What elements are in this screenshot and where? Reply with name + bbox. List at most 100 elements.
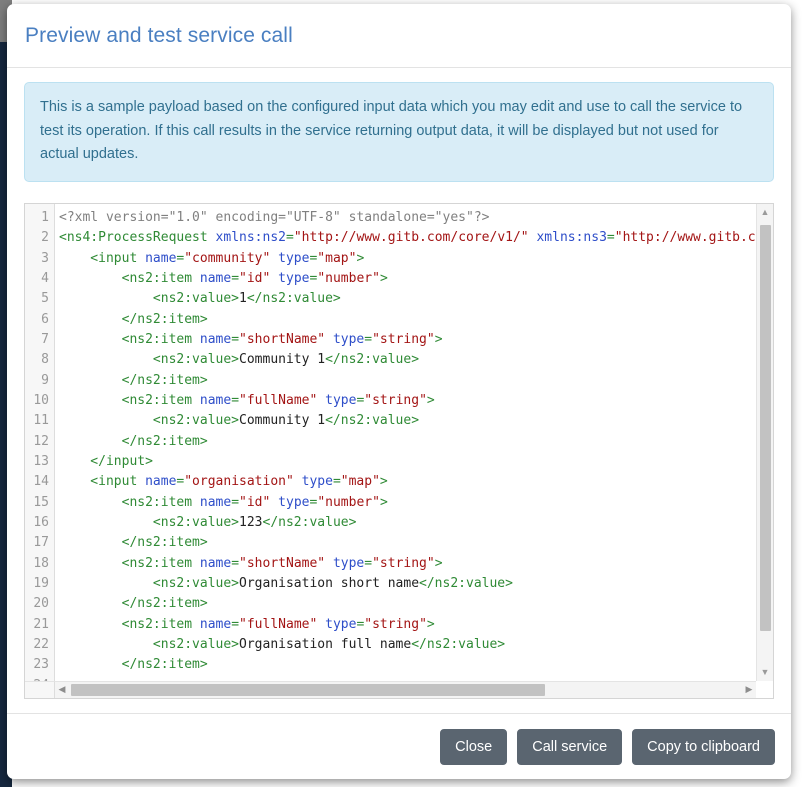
code-token-tag: <ns2:value> [59, 515, 240, 531]
close-button[interactable]: Close [440, 728, 508, 765]
code-line: </ns2:item> [59, 533, 756, 553]
code-token-val: "string" [364, 392, 427, 408]
code-token-val: "string" [372, 331, 435, 347]
code-token-tag: = [286, 230, 294, 246]
code-line: <ns2:item name="id" type="number"> [59, 493, 756, 513]
code-token-tag [325, 556, 333, 571]
editor-vertical-scrollbar[interactable]: ▲ ▼ [756, 203, 773, 681]
code-token-tag: = [231, 392, 240, 408]
code-line: </input> [59, 452, 756, 472]
code-line: <ns2:value>Community 1</ns2:value> [59, 411, 756, 431]
line-number: 13 [33, 454, 49, 469]
code-content[interactable]: <?xml version="1.0" encoding="UTF-8" sta… [55, 204, 756, 681]
code-token-tag: = [231, 270, 240, 286]
scroll-right-arrow-icon[interactable]: ▶ [742, 682, 756, 698]
code-token-val: "organisation" [184, 474, 294, 490]
horizontal-scrollbar-thumb[interactable] [71, 683, 545, 696]
code-token-tag: </ns2:item> [59, 433, 208, 449]
code-token-tag: </ns2:item> [59, 311, 208, 327]
line-number: 20 [33, 596, 49, 612]
code-token-val: "fullName" [239, 616, 318, 632]
code-line: <ns4:ProcessRequest xmlns:ns2="http://ww… [59, 228, 756, 248]
code-line: <?xml version="1.0" encoding="UTF-8" sta… [59, 208, 756, 228]
code-token-attr: name [199, 392, 232, 408]
code-line: <input name="community" type="map"> [59, 249, 756, 269]
code-token-val: "http://www.gitb.com/t [614, 230, 756, 246]
line-number: 2 [41, 230, 49, 246]
code-token-tag [270, 271, 278, 286]
code-token-val: "map" [340, 474, 380, 490]
code-token-val: "number" [317, 494, 380, 510]
code-token-attr: name [199, 331, 232, 347]
line-number-gutter: 123456789101112131415161718192021222324 [25, 203, 55, 681]
code-token-val: "community" [184, 250, 271, 266]
code-token-tag: </ns2:item> [59, 657, 208, 673]
code-token-attr: type [278, 494, 310, 510]
code-line: <ns2:item name="id" type="number"> [59, 269, 756, 289]
code-token-tag: > [379, 474, 388, 490]
code-line: </ns2:item> [59, 432, 756, 452]
code-token-tag: = [364, 555, 373, 571]
line-number: 7 [41, 331, 49, 347]
code-line: <ns2:item name="fullName" type="string"> [59, 615, 756, 635]
code-token-tag: </ns2:item> [59, 535, 208, 551]
code-token-val: "map" [317, 250, 357, 266]
code-token-tag: <ns2:item [59, 392, 200, 408]
code-token-tag: </ns2:value> [246, 291, 341, 307]
code-token-tag [317, 393, 325, 408]
code-token-tag: </input> [59, 454, 153, 469]
code-line: </ns2:item> [59, 594, 756, 614]
line-number: 17 [33, 535, 49, 551]
code-token-tag: = [231, 494, 240, 510]
code-token-tag: <ns2:value> [59, 637, 240, 653]
code-token-tag [317, 617, 325, 632]
line-number: 8 [41, 352, 49, 368]
xml-code-editor[interactable]: 123456789101112131415161718192021222324 … [24, 202, 774, 699]
code-token-tag: </ns2:value> [325, 352, 420, 368]
editor-horizontal-scrollbar[interactable]: ◀ ▶ [55, 680, 756, 698]
dialog-header: Preview and test service call [7, 4, 791, 68]
code-token-txt: Organisation full name [239, 637, 412, 653]
vertical-scrollbar-thumb[interactable] [760, 224, 771, 631]
code-token-val: "string" [364, 616, 427, 632]
scroll-left-arrow-icon[interactable]: ◀ [55, 682, 69, 698]
code-token-tag: <ns2:value> [59, 291, 240, 307]
code-token-tag: </ns2:item> [59, 596, 208, 612]
code-token-tag: </ns2:value> [325, 413, 420, 429]
code-token-attr: xmlns:ns3 [536, 230, 607, 246]
line-number: 9 [41, 372, 49, 388]
preview-service-call-dialog: Preview and test service call This is a … [7, 4, 791, 779]
code-token-tag: = [231, 555, 240, 571]
code-token-tag: > [356, 250, 365, 266]
dialog-title: Preview and test service call [25, 23, 293, 47]
line-number: 11 [33, 413, 49, 429]
code-token-tag [325, 332, 333, 347]
code-token-tag: <ns2:item [59, 555, 200, 571]
scrollbar-corner [25, 680, 55, 698]
code-line: <ns2:item name="shortName" type="string"… [59, 554, 756, 574]
code-token-tag: <ns2:item [59, 616, 200, 632]
code-token-tag: > [426, 392, 435, 408]
code-token-tag: = [606, 230, 615, 246]
call-service-button[interactable]: Call service [517, 728, 623, 765]
code-token-attr: name [199, 616, 232, 632]
code-token-tag [270, 251, 278, 266]
code-token-val: "fullName" [239, 392, 318, 408]
code-token-txt: 1 [239, 291, 247, 307]
code-token-tag: <ns2:value> [59, 352, 240, 368]
code-token-txt: Organisation short name [239, 576, 420, 592]
info-alert: This is a sample payload based on the co… [24, 82, 774, 182]
code-token-attr: name [145, 250, 177, 266]
line-number: 16 [33, 515, 49, 531]
code-token-tag: <ns2:item [59, 270, 200, 286]
code-line: <input name="organisation" type="map"> [59, 472, 756, 492]
scroll-down-arrow-icon[interactable]: ▼ [757, 664, 773, 681]
code-token-tag [270, 495, 278, 510]
scroll-up-arrow-icon[interactable]: ▲ [757, 204, 773, 221]
code-token-txt: 123 [239, 515, 263, 531]
copy-to-clipboard-button[interactable]: Copy to clipboard [632, 728, 775, 765]
code-line: </ns2:item> [59, 310, 756, 330]
code-token-tag: = [332, 474, 341, 490]
code-line: </ns2:item> [59, 655, 756, 675]
code-token-attr: type [301, 474, 333, 490]
